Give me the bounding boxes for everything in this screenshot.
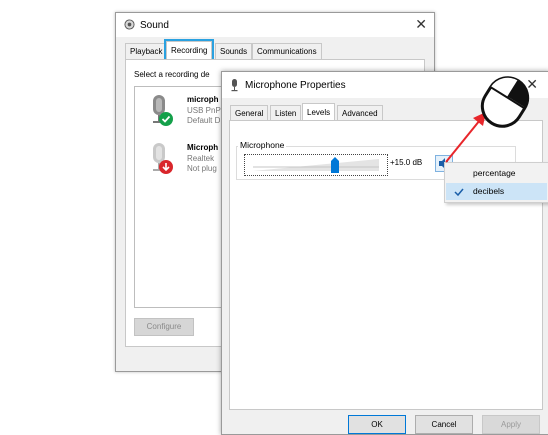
microphone-ok-icon [153, 95, 173, 126]
device-status: Default D [187, 116, 221, 125]
checkmark-icon [454, 188, 464, 197]
level-slider[interactable] [244, 154, 388, 176]
device-name: Microph [187, 143, 219, 152]
level-value: +15.0 dB [390, 158, 423, 167]
tab-levels[interactable]: Levels [302, 103, 336, 121]
recording-instruction: Select a recording de [134, 70, 210, 79]
device-description: Realtek [187, 154, 215, 163]
configure-button[interactable]: Configure [134, 318, 194, 336]
tab-sounds[interactable]: Sounds [215, 43, 253, 59]
sound-close-button[interactable]: ✕ [415, 16, 427, 33]
level-unit-context-menu: percentage decibels [444, 162, 548, 203]
microphone-group-label: Microphone [238, 140, 287, 150]
right-click-mouse-icon [480, 76, 530, 128]
microphone-icon [231, 79, 238, 92]
tab-general[interactable]: General [230, 105, 269, 121]
sound-window-title: Sound [140, 20, 169, 31]
tab-playback[interactable]: Playback [125, 43, 168, 59]
tab-communications[interactable]: Communications [252, 43, 322, 59]
ok-button[interactable]: OK [348, 415, 406, 434]
menu-item-label: decibels [473, 186, 505, 196]
cancel-button[interactable]: Cancel [415, 415, 473, 434]
level-slider-track [253, 159, 379, 171]
menu-item-decibels[interactable]: decibels [446, 183, 547, 200]
tab-advanced[interactable]: Advanced [337, 105, 383, 121]
tab-recording[interactable]: Recording [163, 39, 215, 61]
microphone-unplugged-icon [153, 143, 173, 174]
tab-listen[interactable]: Listen [270, 105, 302, 121]
device-status: Not plug [187, 164, 217, 173]
mic-window-title: Microphone Properties [245, 80, 346, 91]
device-description: USB PnP [187, 106, 221, 115]
speaker-icon [124, 19, 135, 30]
device-name: microph [187, 95, 219, 104]
level-slider-thumb[interactable] [330, 157, 339, 173]
apply-button[interactable]: Apply [482, 415, 540, 434]
sound-titlebar: Sound ✕ [116, 13, 434, 37]
